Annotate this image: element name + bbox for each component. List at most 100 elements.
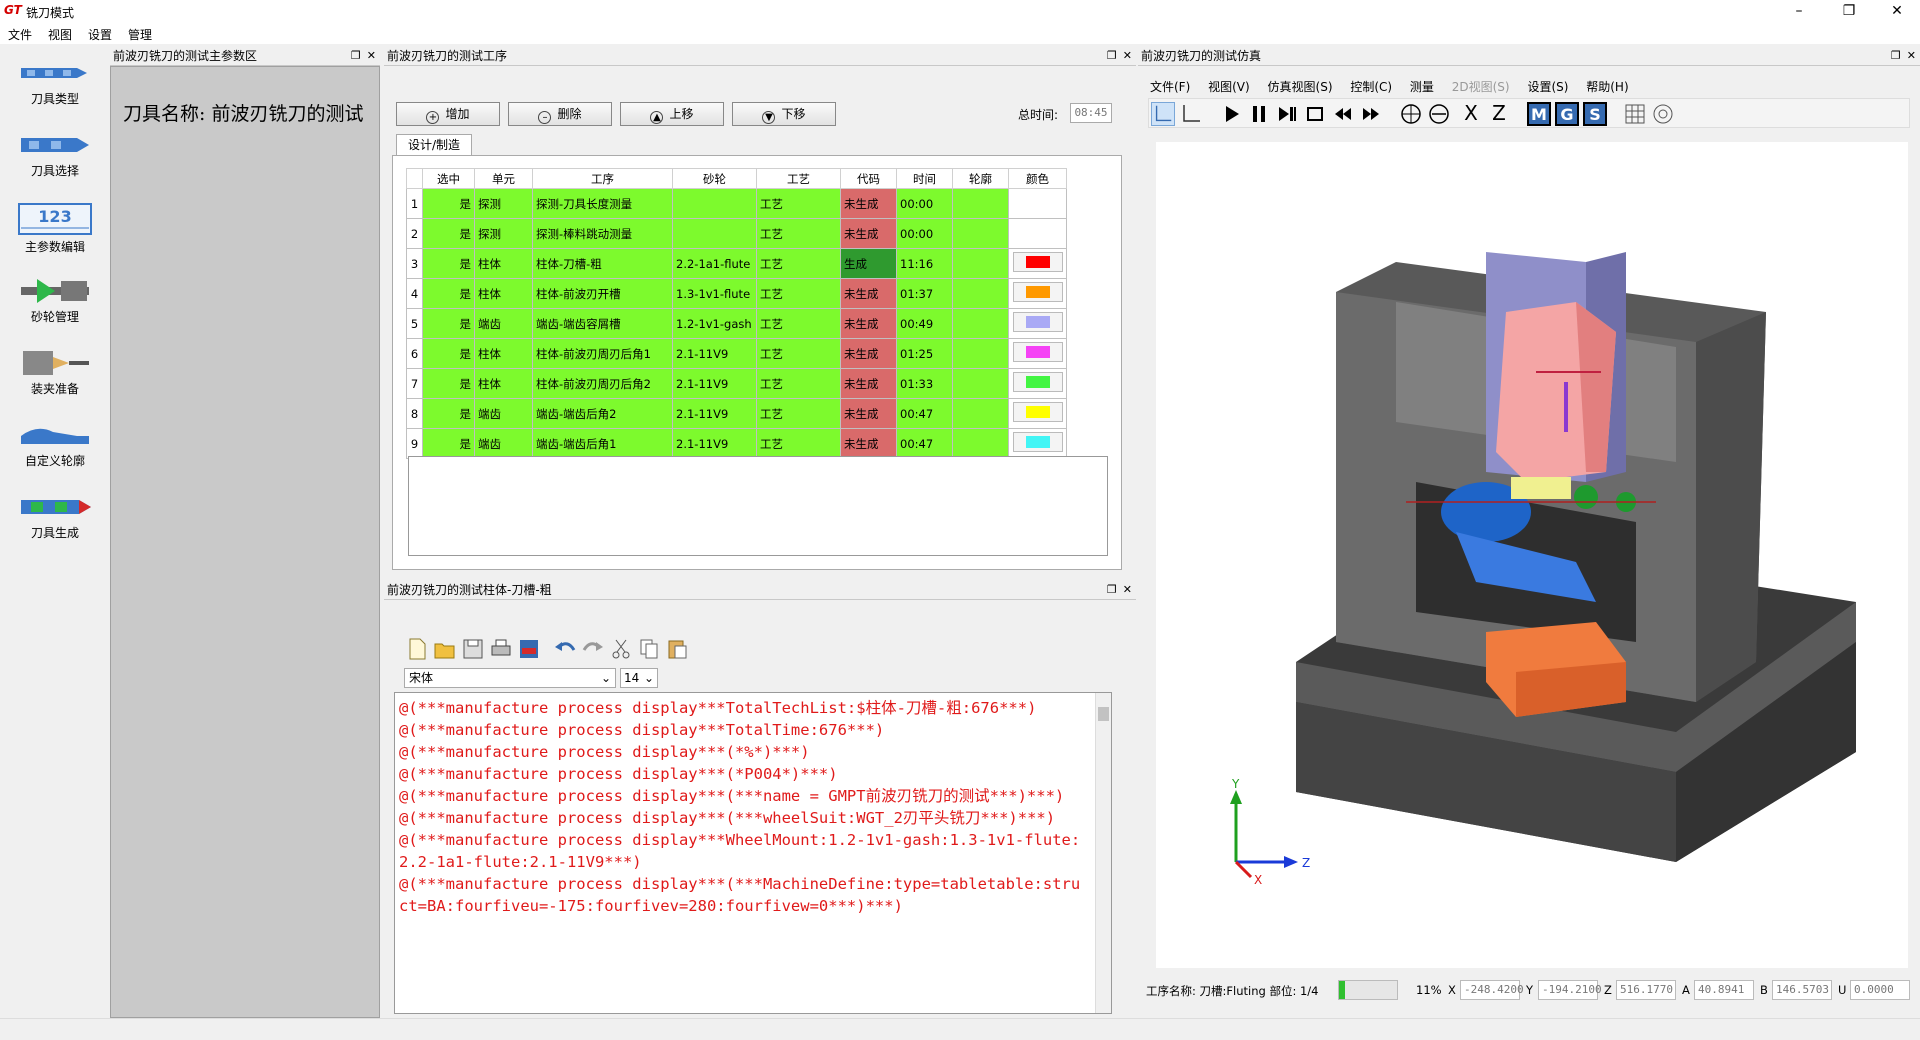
wheel-cell[interactable]: 2.1-11V9	[672, 338, 757, 369]
close-icon[interactable]: ✕	[1907, 49, 1916, 62]
process-cell[interactable]: 探测-刀具长度测量	[532, 188, 673, 219]
unit-cell[interactable]: 探测	[474, 188, 533, 219]
process-cell[interactable]: 柱体-刀槽-粗	[532, 248, 673, 279]
tool-select-button[interactable]: 刀具选择	[4, 124, 106, 192]
code-cell[interactable]: 未生成	[840, 308, 897, 339]
table-header-cell[interactable]: 代码	[840, 168, 897, 189]
new-file-icon[interactable]	[404, 636, 430, 662]
float-icon[interactable]: ❐	[1891, 49, 1901, 62]
select-cell[interactable]: 是	[422, 278, 475, 309]
z-axis-button[interactable]: Z	[1487, 102, 1511, 126]
row-index[interactable]: 4	[406, 278, 423, 309]
select-cell[interactable]: 是	[422, 248, 475, 279]
unit-cell[interactable]: 柱体	[474, 248, 533, 279]
sim-menu-sim-view[interactable]: 仿真视图(S)	[1268, 80, 1333, 94]
process-cell[interactable]: 柱体-前波刃周刃后角2	[532, 368, 673, 399]
process-cell[interactable]: 端齿-端齿后角2	[532, 398, 673, 429]
fast-forward-icon[interactable]	[1359, 102, 1383, 126]
tech-cell[interactable]: 工艺	[756, 338, 841, 369]
wheel-cell[interactable]	[672, 188, 757, 219]
profile-cell[interactable]	[952, 338, 1009, 369]
code-cell[interactable]: 生成	[840, 248, 897, 279]
param-edit-button[interactable]: 123 主参数编辑	[4, 196, 106, 264]
select-cell[interactable]: 是	[422, 338, 475, 369]
sim-menu-measure[interactable]: 测量	[1410, 80, 1434, 94]
float-icon[interactable]: ❐	[351, 49, 361, 62]
select-cell[interactable]: 是	[422, 188, 475, 219]
code-editor[interactable]: @(***manufacture process display***Total…	[394, 692, 1112, 1014]
zoom-out-icon[interactable]	[1427, 102, 1451, 126]
wheel-cell[interactable]: 2.1-11V9	[672, 398, 757, 429]
row-index[interactable]: 9	[406, 428, 423, 459]
undo-icon[interactable]	[552, 636, 578, 662]
select-cell[interactable]: 是	[422, 368, 475, 399]
table-row[interactable]: 7 是柱体 柱体-前波刃周刃后角2 2.1-11V9 工艺 未生成 01:33	[406, 368, 1067, 399]
unit-cell[interactable]: 端齿	[474, 398, 533, 429]
time-cell[interactable]: 00:49	[896, 308, 953, 339]
unit-cell[interactable]: 端齿	[474, 308, 533, 339]
row-index[interactable]: 5	[406, 308, 423, 339]
color-cell[interactable]	[1008, 368, 1067, 399]
code-cell[interactable]: 未生成	[840, 368, 897, 399]
custom-profile-button[interactable]: 自定义轮廓	[4, 414, 106, 482]
color-swatch[interactable]	[1012, 402, 1063, 422]
unit-cell[interactable]: 柱体	[474, 338, 533, 369]
select-cell[interactable]: 是	[422, 428, 475, 459]
sim-menu-settings[interactable]: 设置(S)	[1527, 80, 1568, 94]
grid-icon[interactable]	[1623, 102, 1647, 126]
time-cell[interactable]: 01:33	[896, 368, 953, 399]
profile-cell[interactable]	[952, 308, 1009, 339]
table-header-cell[interactable]: 颜色	[1008, 168, 1067, 189]
unit-cell[interactable]: 端齿	[474, 428, 533, 459]
color-cell[interactable]	[1008, 278, 1067, 309]
clamp-prepare-button[interactable]: 装夹准备	[4, 342, 106, 410]
code-cell[interactable]: 未生成	[840, 338, 897, 369]
font-size-select[interactable]: 14 ⌄	[620, 668, 658, 688]
play-icon[interactable]	[1219, 102, 1243, 126]
wheel-cell[interactable]: 2.1-11V9	[672, 428, 757, 459]
move-down-button[interactable]: ▼ 下移	[732, 102, 836, 126]
table-row[interactable]: 6 是柱体 柱体-前波刃周刃后角1 2.1-11V9 工艺 未生成 01:25	[406, 338, 1067, 369]
table-header-cell[interactable]: 工序	[532, 168, 673, 189]
table-header-cell[interactable]: 轮廓	[952, 168, 1009, 189]
code-cell[interactable]: 未生成	[840, 188, 897, 219]
time-cell[interactable]: 00:00	[896, 188, 953, 219]
zoom-in-icon[interactable]	[1399, 102, 1423, 126]
tech-cell[interactable]: 工艺	[756, 248, 841, 279]
open-folder-icon[interactable]	[432, 636, 458, 662]
color-cell[interactable]	[1008, 188, 1067, 219]
minimize-icon[interactable]: –	[1776, 0, 1822, 22]
wheel-cell[interactable]	[672, 218, 757, 249]
color-swatch[interactable]	[1012, 282, 1063, 302]
color-cell[interactable]	[1008, 248, 1067, 279]
sim-menu-file[interactable]: 文件(F)	[1150, 80, 1190, 94]
font-select[interactable]: 宋体 ⌄	[404, 668, 616, 688]
table-header-cell[interactable]: 工艺	[756, 168, 841, 189]
color-swatch[interactable]	[1012, 342, 1063, 362]
unit-cell[interactable]: 探测	[474, 218, 533, 249]
float-icon[interactable]: ❐	[1107, 583, 1117, 596]
unit-cell[interactable]: 柱体	[474, 368, 533, 399]
delete-button[interactable]: – 删除	[508, 102, 612, 126]
table-row[interactable]: 4 是柱体 柱体-前波刃开槽 1.3-1v1-flute 工艺 未生成 01:37	[406, 278, 1067, 309]
g-mode-button[interactable]: G	[1555, 102, 1579, 126]
color-swatch[interactable]	[1012, 372, 1063, 392]
color-cell[interactable]	[1008, 218, 1067, 249]
sim-menu-view[interactable]: 视图(V)	[1208, 80, 1250, 94]
tool-type-button[interactable]: 刀具类型	[4, 52, 106, 120]
x-axis-button[interactable]: X	[1459, 102, 1483, 126]
profile-cell[interactable]	[952, 428, 1009, 459]
cut-icon[interactable]	[608, 636, 634, 662]
redo-icon[interactable]	[580, 636, 606, 662]
paste-icon[interactable]	[664, 636, 690, 662]
wheel-cell[interactable]: 1.3-1v1-flute	[672, 278, 757, 309]
menu-settings[interactable]: 设置	[88, 26, 112, 43]
wheel-manage-button[interactable]: 砂轮管理	[4, 270, 106, 338]
profile-cell[interactable]	[952, 368, 1009, 399]
tech-cell[interactable]: 工艺	[756, 188, 841, 219]
sim-menu-help[interactable]: 帮助(H)	[1586, 80, 1628, 94]
code-scrollbar[interactable]	[1095, 693, 1111, 1013]
code-cell[interactable]: 未生成	[840, 398, 897, 429]
time-cell[interactable]: 01:25	[896, 338, 953, 369]
save-icon[interactable]	[460, 636, 486, 662]
